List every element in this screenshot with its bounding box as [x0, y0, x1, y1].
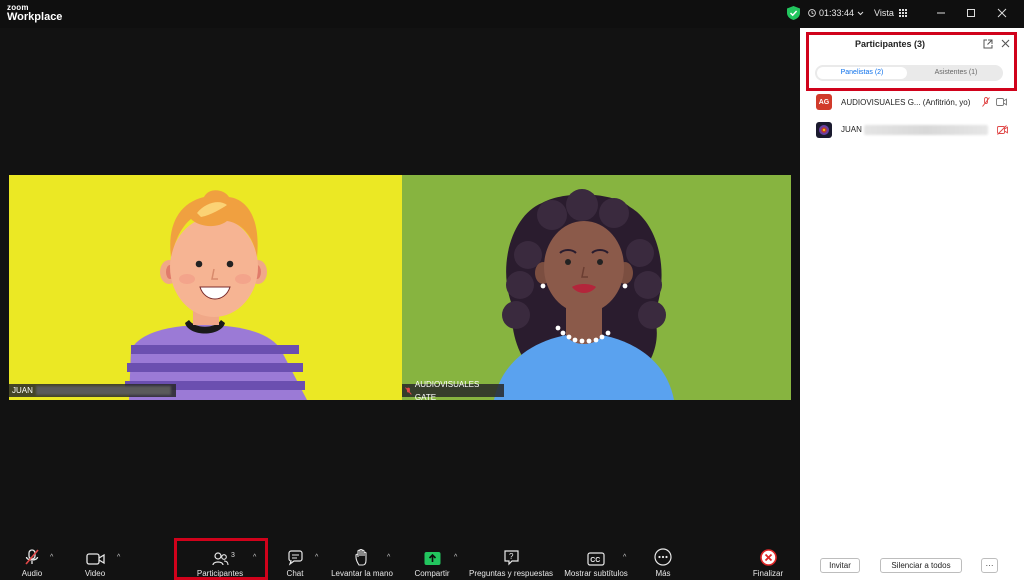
video-off-icon	[997, 125, 1008, 135]
grid-icon	[898, 9, 907, 17]
mic-muted-icon	[982, 97, 990, 107]
avatar-illustration-woman	[494, 189, 674, 400]
name-tag-text: AUDIOVISUALES GATE	[414, 379, 480, 401]
participant-row[interactable]: AG AUDIOVISUALES G... (Anfitrión, yo)	[816, 93, 1016, 111]
chat-label: Chat	[286, 569, 304, 578]
more-icon	[654, 548, 672, 566]
reactions-options-caret[interactable]: ^	[387, 554, 390, 561]
participant-row[interactable]: JUAN	[816, 121, 1016, 139]
timer-text: 01:33:44	[819, 8, 855, 18]
app-logo: Workplace	[7, 11, 63, 23]
minimize-button[interactable]	[931, 4, 951, 22]
avatar	[816, 122, 832, 138]
close-icon	[997, 8, 1007, 18]
end-label: Finalizar	[752, 569, 784, 578]
audio-options-caret[interactable]: ^	[50, 554, 53, 561]
video-tile-juan[interactable]: JUAN	[9, 175, 402, 400]
participants-label: Participantes	[196, 569, 244, 578]
redacted-name	[863, 125, 988, 135]
captions-label: Mostrar subtítulos	[564, 569, 628, 578]
tab-attendees[interactable]: Asistentes (1)	[911, 67, 1001, 79]
invite-button[interactable]: Invitar	[820, 558, 860, 573]
video-label: Video	[84, 569, 106, 578]
svg-text:?: ?	[509, 552, 514, 561]
svg-text:CC: CC	[590, 557, 600, 564]
name-tag-audiovisuales: AUDIOVISUALES GATE	[402, 380, 504, 400]
raise-hand-label: Levantar la mano	[331, 569, 393, 578]
minimize-icon	[937, 12, 945, 14]
audio-button[interactable]: Audio	[18, 542, 46, 580]
video-camera-icon	[996, 98, 1007, 106]
participants-button[interactable]: Participantes	[192, 542, 248, 580]
close-icon[interactable]	[1001, 39, 1010, 48]
title-bar: zoom Workplace 01:33:44 Vista	[0, 0, 1024, 28]
video-stage: JUAN AUDIOVISUALES GATE	[0, 28, 800, 542]
participant-name-text: JUAN	[841, 125, 862, 135]
audio-label: Audio	[21, 569, 43, 578]
mute-all-button[interactable]: Silenciar a todos	[880, 558, 962, 573]
participants-options-caret[interactable]: ^	[253, 554, 256, 561]
redacted-name	[35, 386, 171, 395]
participants-panel: Participantes (3) Panelistas (2) Asisten…	[800, 28, 1024, 580]
share-label: Compartir	[414, 569, 450, 578]
qa-button[interactable]: ? Preguntas y respuestas	[468, 542, 554, 580]
maximize-icon	[967, 9, 975, 17]
participants-tabs: Panelistas (2) Asistentes (1)	[815, 65, 1003, 81]
mic-muted-icon	[25, 549, 39, 565]
end-meeting-button[interactable]: Finalizar	[752, 542, 784, 580]
end-call-icon	[759, 549, 777, 566]
shield-check-icon[interactable]	[787, 6, 800, 20]
chevron-down-icon	[857, 11, 864, 15]
captions-options-caret[interactable]: ^	[623, 554, 626, 561]
video-button[interactable]: Video	[82, 542, 108, 580]
chat-options-caret[interactable]: ^	[315, 554, 318, 561]
captions-button[interactable]: CC Mostrar subtítulos	[564, 542, 628, 580]
panel-title: Participantes (3)	[854, 39, 926, 49]
meeting-toolbar: Audio ^ Video ^ Participantes 3 ^ Chat ^…	[0, 542, 800, 580]
maximize-button[interactable]	[961, 4, 981, 22]
view-label: Vista	[874, 8, 894, 18]
clock-icon	[808, 9, 816, 17]
pop-out-icon[interactable]	[983, 39, 993, 49]
avatar-illustration-man	[125, 190, 307, 400]
name-tag-text: JUAN	[12, 386, 33, 395]
video-tile-audiovisuales[interactable]: AUDIOVISUALES GATE	[402, 175, 791, 400]
close-window-button[interactable]	[992, 4, 1012, 22]
qa-label: Preguntas y respuestas	[468, 569, 554, 578]
tab-panelists[interactable]: Panelistas (2)	[817, 67, 907, 79]
share-button[interactable]: Compartir	[412, 542, 452, 580]
more-label: Más	[655, 569, 671, 578]
participant-name: JUAN	[841, 125, 988, 135]
name-tag-juan: JUAN	[9, 384, 176, 397]
raise-hand-button[interactable]: Levantar la mano	[331, 542, 393, 580]
more-button[interactable]: Más	[651, 542, 675, 580]
participants-icon	[211, 552, 229, 566]
participant-name: AUDIOVISUALES G... (Anfitrión, yo)	[841, 97, 971, 107]
mic-muted-icon	[405, 386, 412, 395]
avatar: AG	[816, 94, 832, 110]
cc-icon: CC	[587, 552, 605, 566]
view-button[interactable]: Vista	[874, 8, 907, 18]
share-options-caret[interactable]: ^	[454, 554, 457, 561]
participants-count: 3	[231, 552, 235, 559]
chat-button[interactable]: Chat	[284, 542, 306, 580]
zoom-window: zoom Workplace 01:33:44 Vista JUAN AUDIO…	[0, 0, 1024, 580]
share-screen-icon	[424, 552, 440, 565]
hand-icon	[354, 549, 367, 566]
video-camera-icon	[85, 553, 105, 565]
more-options-button[interactable]: ···	[981, 558, 998, 573]
avatar-image-icon	[819, 125, 829, 135]
chat-icon	[287, 550, 303, 566]
video-options-caret[interactable]: ^	[117, 554, 120, 561]
meeting-timer[interactable]: 01:33:44	[808, 8, 864, 18]
qa-icon: ?	[503, 550, 519, 566]
